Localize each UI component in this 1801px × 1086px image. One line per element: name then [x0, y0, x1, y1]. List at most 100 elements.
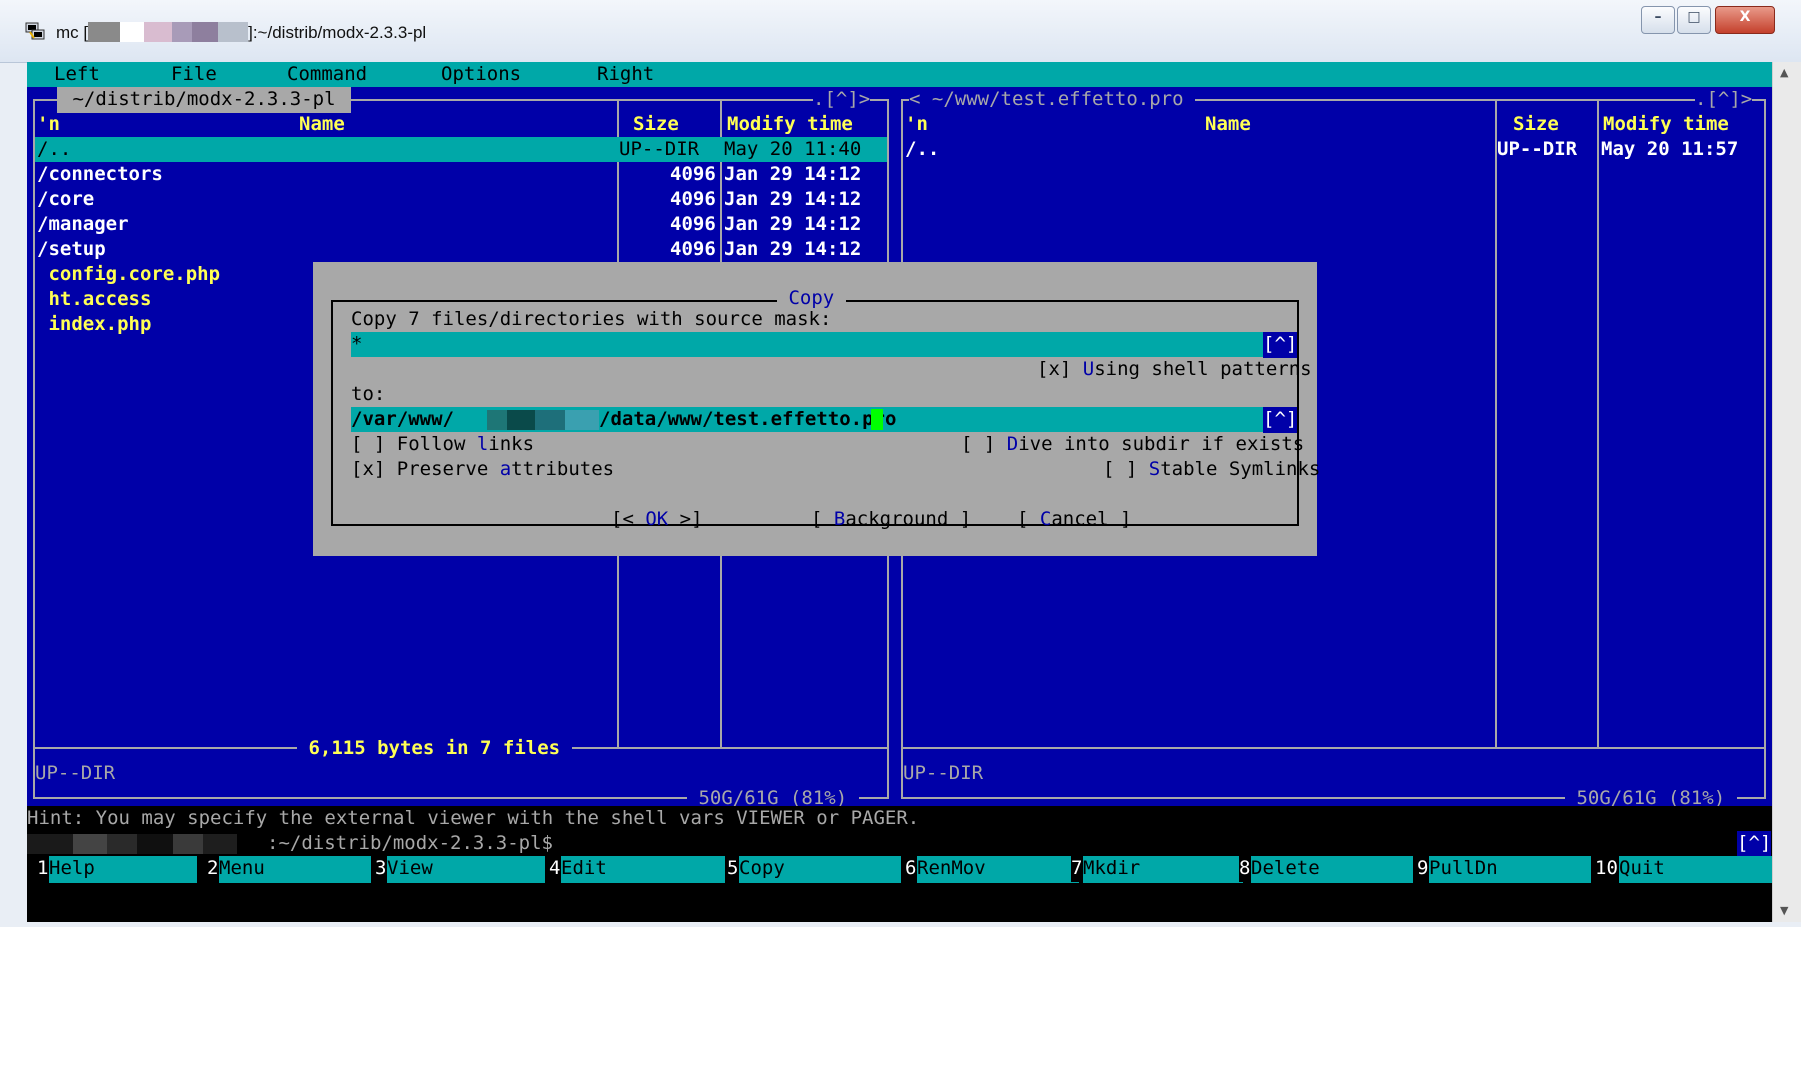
file-time: May 20 11:57 [1601, 138, 1739, 160]
fkey-renmov[interactable]: 6 RenMov [905, 856, 1083, 883]
file-size: 4096 [670, 238, 716, 260]
cancel-button[interactable]: [ Cancel ] [1017, 507, 1131, 533]
menu-command[interactable]: Command [287, 62, 367, 88]
checkbox-label: inks [488, 433, 535, 455]
menu-options[interactable]: Options [441, 62, 521, 88]
fkey-label: Delete [1251, 856, 1413, 883]
shell-patterns-checkbox[interactable]: [x] Using shell patterns [1037, 357, 1312, 383]
col-size-header[interactable]: Size [1513, 112, 1559, 138]
col-name-header[interactable]: Name [299, 112, 345, 138]
fkey-label: Edit [561, 856, 725, 883]
fkey-number: 4 [549, 856, 561, 882]
menu-right[interactable]: Right [597, 62, 654, 88]
vertical-scrollbar[interactable]: ▲ ▼ [1772, 62, 1801, 922]
button-bracket: [ [811, 508, 834, 530]
hotkey: U [1082, 358, 1095, 380]
col-time-header[interactable]: Modify time [1603, 112, 1729, 138]
col-sort-indicator[interactable]: 'n [37, 112, 60, 138]
command-prompt[interactable]: :~/distrib/modx-2.3.3-pl$ [^] [27, 831, 1772, 857]
fkey-copy[interactable]: 5 Copy [727, 856, 905, 883]
checkbox-label: [ ] [1103, 458, 1149, 480]
follow-links-checkbox[interactable]: [ ] Follow links [351, 432, 534, 458]
terminal-screen[interactable]: Left File Command Options Right ~/distri… [27, 62, 1772, 922]
col-time-header[interactable]: Modify time [727, 112, 853, 138]
button-bracket: [ [1017, 508, 1040, 530]
title-prefix: mc [ [56, 23, 89, 42]
terminal-window: mc []:~/distrib/modx-2.3.3-pl – □ X Left… [0, 0, 1801, 927]
file-name[interactable]: ht.access [37, 287, 151, 313]
right-panel-corner[interactable]: .[^]> [1695, 87, 1753, 113]
file-time: Jan 29 14:12 [724, 188, 862, 210]
file-name[interactable]: /connectors [37, 162, 163, 188]
function-key-bar: 1 Help 2 Menu 3 View 4 Edit 5 Copy 6 RenMov 7M… [27, 856, 1772, 883]
fkey-quit[interactable]: 10 Quit [1595, 856, 1772, 883]
source-mask-label: Copy 7 files/directories with source mas… [351, 308, 832, 330]
file-name[interactable]: /setup [37, 237, 106, 263]
redacted-block [172, 22, 193, 42]
checkbox-label: sing shell patterns [1094, 358, 1312, 380]
scroll-up-icon[interactable]: ▲ [1780, 66, 1788, 79]
file-name[interactable]: index.php [37, 312, 151, 338]
fkey-number: 6 [905, 856, 917, 882]
right-panel-path[interactable]: < ~/www/test.effetto.pro [909, 87, 1195, 113]
close-button[interactable]: X [1715, 6, 1775, 34]
file-name[interactable]: config.core.php [37, 262, 220, 288]
button-bracket: >] [668, 508, 703, 530]
preserve-attributes-checkbox[interactable]: [x] Preserve attributes [351, 457, 614, 483]
fkey-help[interactable]: 1 Help [27, 856, 201, 883]
destination-history-button[interactable]: [^] [1263, 407, 1298, 433]
dive-into-subdir-checkbox[interactable]: [ ] Dive into subdir if exists [961, 432, 1304, 458]
menu-left[interactable]: Left [54, 62, 100, 88]
fkey-pulldn[interactable]: 9 PullDn [1417, 856, 1595, 883]
fkey-number: 2 [207, 856, 219, 882]
file-name[interactable]: /.. [905, 137, 939, 163]
fkey-label: Help [49, 856, 197, 883]
source-history-button[interactable]: [^] [1263, 332, 1298, 358]
fkey-menu[interactable]: 2 Menu [201, 856, 375, 883]
col-sort-indicator[interactable]: 'n [905, 112, 928, 138]
hint-text: Hint: You may specify the external viewe… [27, 807, 920, 829]
left-panel-path[interactable]: ~/distrib/modx-2.3.3-pl [57, 87, 351, 113]
button-label: ancel ] [1051, 508, 1132, 530]
hotkey: B [833, 508, 846, 530]
fkey-label: Copy [739, 856, 901, 883]
redacted-block [27, 834, 73, 854]
ok-button[interactable]: [< OK >] [611, 507, 703, 533]
minimize-button[interactable]: – [1641, 6, 1675, 34]
prompt-history-button[interactable]: [^] [1737, 831, 1772, 857]
file-name: /.. [37, 138, 72, 160]
checkbox-label: [x] Preserve [351, 458, 500, 480]
fkey-number: 1 [37, 856, 49, 882]
stable-symlinks-checkbox[interactable]: [ ] Stable Symlinks [1103, 457, 1320, 483]
close-icon: X [1739, 9, 1751, 25]
title-bar[interactable]: mc []:~/distrib/modx-2.3.3-pl – □ X [0, 0, 1801, 63]
redacted-block [120, 22, 145, 42]
left-panel-corner[interactable]: .[^]> [813, 87, 871, 113]
button-bracket: [< [611, 508, 646, 530]
col-size-header[interactable]: Size [633, 112, 679, 138]
fkey-mkdir[interactable]: 7 Mkdir [1071, 856, 1247, 883]
checkbox-mark: [x] [1037, 358, 1072, 380]
redacted-block [88, 22, 121, 42]
column-separator [1597, 99, 1599, 747]
background-button[interactable]: [ Background ] [811, 507, 971, 533]
redacted-block [137, 834, 173, 854]
scroll-down-icon[interactable]: ▼ [1780, 904, 1788, 917]
hotkey: C [1039, 508, 1052, 530]
fkey-edit[interactable]: 4 Edit [549, 856, 729, 883]
ok-label: OK [645, 508, 669, 530]
redacted-block [203, 834, 237, 854]
file-name[interactable]: /core [37, 187, 94, 213]
col-name-header[interactable]: Name [1205, 112, 1251, 138]
file-size: 4096 [670, 188, 716, 210]
menu-file[interactable]: File [171, 62, 217, 88]
menu-bar: Left File Command Options Right [27, 62, 1772, 87]
source-mask-input[interactable]: * [351, 332, 1293, 357]
destination-input[interactable]: /var/www/ /data/www/test.effetto.pro [351, 407, 1293, 432]
fkey-label: RenMov [917, 856, 1079, 883]
file-name[interactable]: /manager [37, 212, 129, 238]
fkey-view[interactable]: 3 View [375, 856, 549, 883]
prompt-text: :~/distrib/modx-2.3.3-pl$ [267, 832, 553, 854]
maximize-button[interactable]: □ [1677, 6, 1711, 34]
fkey-delete[interactable]: 8 Delete [1239, 856, 1417, 883]
